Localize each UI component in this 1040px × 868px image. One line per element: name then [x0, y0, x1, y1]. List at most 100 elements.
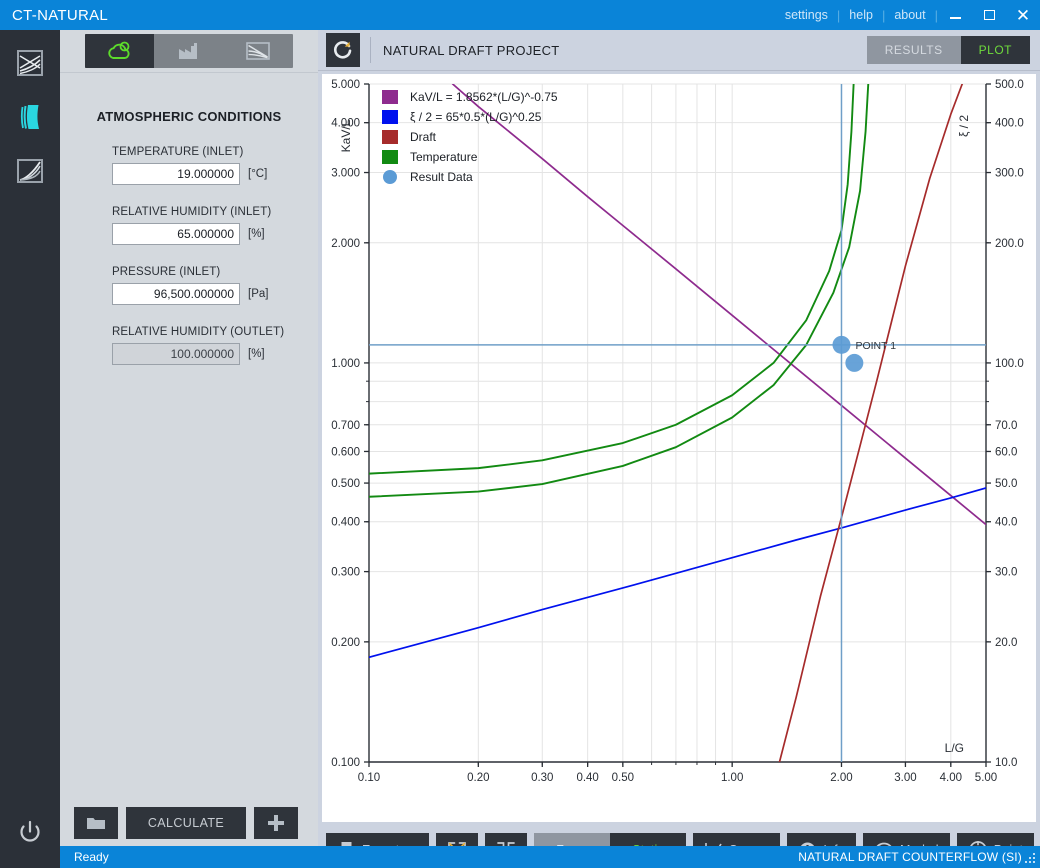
- maximize-icon: [983, 10, 995, 20]
- svg-text:0.20: 0.20: [467, 772, 489, 784]
- chart-canvas[interactable]: 0.100 0.200 0.300 0.400 0.500 0.600 0.700 1.000…: [322, 74, 1036, 822]
- svg-text:30.0: 30.0: [995, 567, 1017, 579]
- left-panel: ATMOSPHERIC CONDITIONS TEMPERATURE (INLE…: [60, 30, 318, 846]
- rail-item-cooling-tower[interactable]: [0, 90, 60, 144]
- add-button[interactable]: [254, 807, 298, 839]
- performance-curve-icon: [17, 159, 43, 183]
- svg-text:ξ / 2: ξ / 2: [957, 115, 971, 137]
- title-bar: CT-NATURAL settings | help | about | ✕: [0, 0, 1040, 30]
- svg-text:300.0: 300.0: [995, 168, 1024, 180]
- svg-text:Result Data: Result Data: [410, 170, 473, 184]
- svg-text:0.30: 0.30: [531, 772, 553, 784]
- field-temperature-inlet: TEMPERATURE (INLET) [°C]: [112, 146, 318, 185]
- svg-text:0.40: 0.40: [576, 772, 598, 784]
- power-button[interactable]: [0, 812, 60, 852]
- svg-text:ξ / 2 = 65*0.5*(L/G)^0.25: ξ / 2 = 65*0.5*(L/G)^0.25: [410, 110, 542, 124]
- application-window: CT-NATURAL settings | help | about | ✕ A…: [0, 0, 1040, 868]
- header-divider: [370, 37, 371, 63]
- tab-curves[interactable]: [224, 34, 293, 68]
- svg-text:L/G: L/G: [945, 741, 964, 755]
- rail-item-performance-curves[interactable]: [0, 144, 60, 198]
- app-title: CT-NATURAL: [12, 6, 109, 24]
- field-relative-humidity-inlet: RELATIVE HUMIDITY (INLET) [%]: [112, 206, 318, 245]
- svg-text:40.0: 40.0: [995, 517, 1017, 529]
- field-unit: [Pa]: [248, 288, 269, 300]
- chart-curve-icon: [246, 42, 271, 60]
- svg-text:200.0: 200.0: [995, 238, 1024, 250]
- plus-icon: [268, 815, 284, 831]
- calculate-button[interactable]: CALCULATE: [126, 807, 246, 839]
- svg-text:1.000: 1.000: [331, 358, 360, 370]
- maximize-button[interactable]: [972, 0, 1006, 30]
- svg-text:0.50: 0.50: [612, 772, 634, 784]
- refresh-button[interactable]: [326, 33, 360, 67]
- svg-text:70.0: 70.0: [995, 420, 1017, 432]
- svg-text:4.00: 4.00: [940, 772, 962, 784]
- panel-divider: [60, 72, 318, 73]
- close-button[interactable]: ✕: [1006, 0, 1040, 30]
- field-label: RELATIVE HUMIDITY (INLET): [112, 206, 272, 218]
- rail-item-psychrometric-chart[interactable]: [0, 36, 60, 90]
- open-project-button[interactable]: [74, 807, 118, 839]
- power-icon: [20, 820, 40, 842]
- svg-text:100.0: 100.0: [995, 358, 1024, 370]
- svg-text:500.0: 500.0: [995, 79, 1024, 91]
- temperature-inlet-input[interactable]: [112, 163, 240, 185]
- svg-text:0.400: 0.400: [331, 517, 360, 529]
- title-bar-right: settings | help | about | ✕: [776, 0, 1040, 30]
- tab-plot[interactable]: PLOT: [960, 36, 1030, 64]
- svg-text:Temperature: Temperature: [410, 150, 478, 164]
- status-mode: NATURAL DRAFT COUNTERFLOW (SI): [798, 850, 1022, 864]
- close-icon: ✕: [1015, 5, 1031, 25]
- svg-text:0.100: 0.100: [331, 757, 360, 769]
- svg-text:Draft: Draft: [410, 130, 437, 144]
- svg-text:1.00: 1.00: [721, 772, 743, 784]
- svg-text:50.0: 50.0: [995, 478, 1017, 490]
- folder-icon: [87, 818, 105, 829]
- menu-about[interactable]: about: [885, 0, 934, 30]
- svg-text:0.700: 0.700: [331, 420, 360, 432]
- tab-results[interactable]: RESULTS: [866, 36, 961, 64]
- svg-text:KaV/L = 1.8562*(L/G)^-0.75: KaV/L = 1.8562*(L/G)^-0.75: [410, 90, 558, 104]
- svg-text:20.0: 20.0: [995, 637, 1017, 649]
- status-message: Ready: [74, 850, 109, 864]
- field-pressure-inlet: PRESSURE (INLET) [Pa]: [112, 266, 318, 305]
- field-relative-humidity-outlet: RELATIVE HUMIDITY (OUTLET) [%]: [112, 326, 318, 365]
- weather-cloud-icon: [107, 41, 130, 59]
- field-unit: [%]: [248, 228, 265, 240]
- svg-text:0.200: 0.200: [331, 637, 360, 649]
- status-bar: Ready NATURAL DRAFT COUNTERFLOW (SI): [60, 846, 1040, 868]
- cooling-tower-icon: [20, 105, 39, 129]
- svg-text:5.000: 5.000: [331, 79, 360, 91]
- svg-text:0.10: 0.10: [358, 772, 380, 784]
- psychrometric-chart-icon: [17, 50, 43, 76]
- navigation-rail: [0, 30, 60, 868]
- svg-text:POINT 1: POINT 1: [855, 340, 896, 352]
- field-label: PRESSURE (INLET): [112, 266, 221, 278]
- menu-help[interactable]: help: [840, 0, 882, 30]
- svg-text:KaV/L: KaV/L: [339, 119, 353, 152]
- svg-text:5.00: 5.00: [975, 772, 997, 784]
- relative-humidity-outlet-input: [112, 343, 240, 365]
- field-unit: [°C]: [248, 168, 268, 180]
- minimize-button[interactable]: [938, 0, 972, 30]
- svg-text:3.000: 3.000: [331, 168, 360, 180]
- svg-text:2.00: 2.00: [830, 772, 852, 784]
- svg-text:60.0: 60.0: [995, 446, 1017, 458]
- panel-tabstrip: [85, 34, 293, 68]
- svg-text:0.500: 0.500: [331, 478, 360, 490]
- panel-title: ATMOSPHERIC CONDITIONS: [96, 109, 282, 124]
- minimize-icon: [949, 17, 961, 19]
- resize-grip-icon[interactable]: [1025, 853, 1037, 865]
- svg-text:0.600: 0.600: [331, 446, 360, 458]
- field-unit: [%]: [248, 348, 265, 360]
- plot-header: NATURAL DRAFT PROJECT RESULTS PLOT: [318, 30, 1040, 70]
- menu-settings[interactable]: settings: [776, 0, 837, 30]
- tab-atmospheric[interactable]: [85, 34, 155, 68]
- pressure-inlet-input[interactable]: [112, 283, 240, 305]
- svg-text:2.000: 2.000: [331, 238, 360, 250]
- tab-tower[interactable]: [154, 34, 223, 68]
- relative-humidity-inlet-input[interactable]: [112, 223, 240, 245]
- header-rule: [318, 70, 1040, 71]
- field-label: RELATIVE HUMIDITY (OUTLET): [112, 326, 285, 338]
